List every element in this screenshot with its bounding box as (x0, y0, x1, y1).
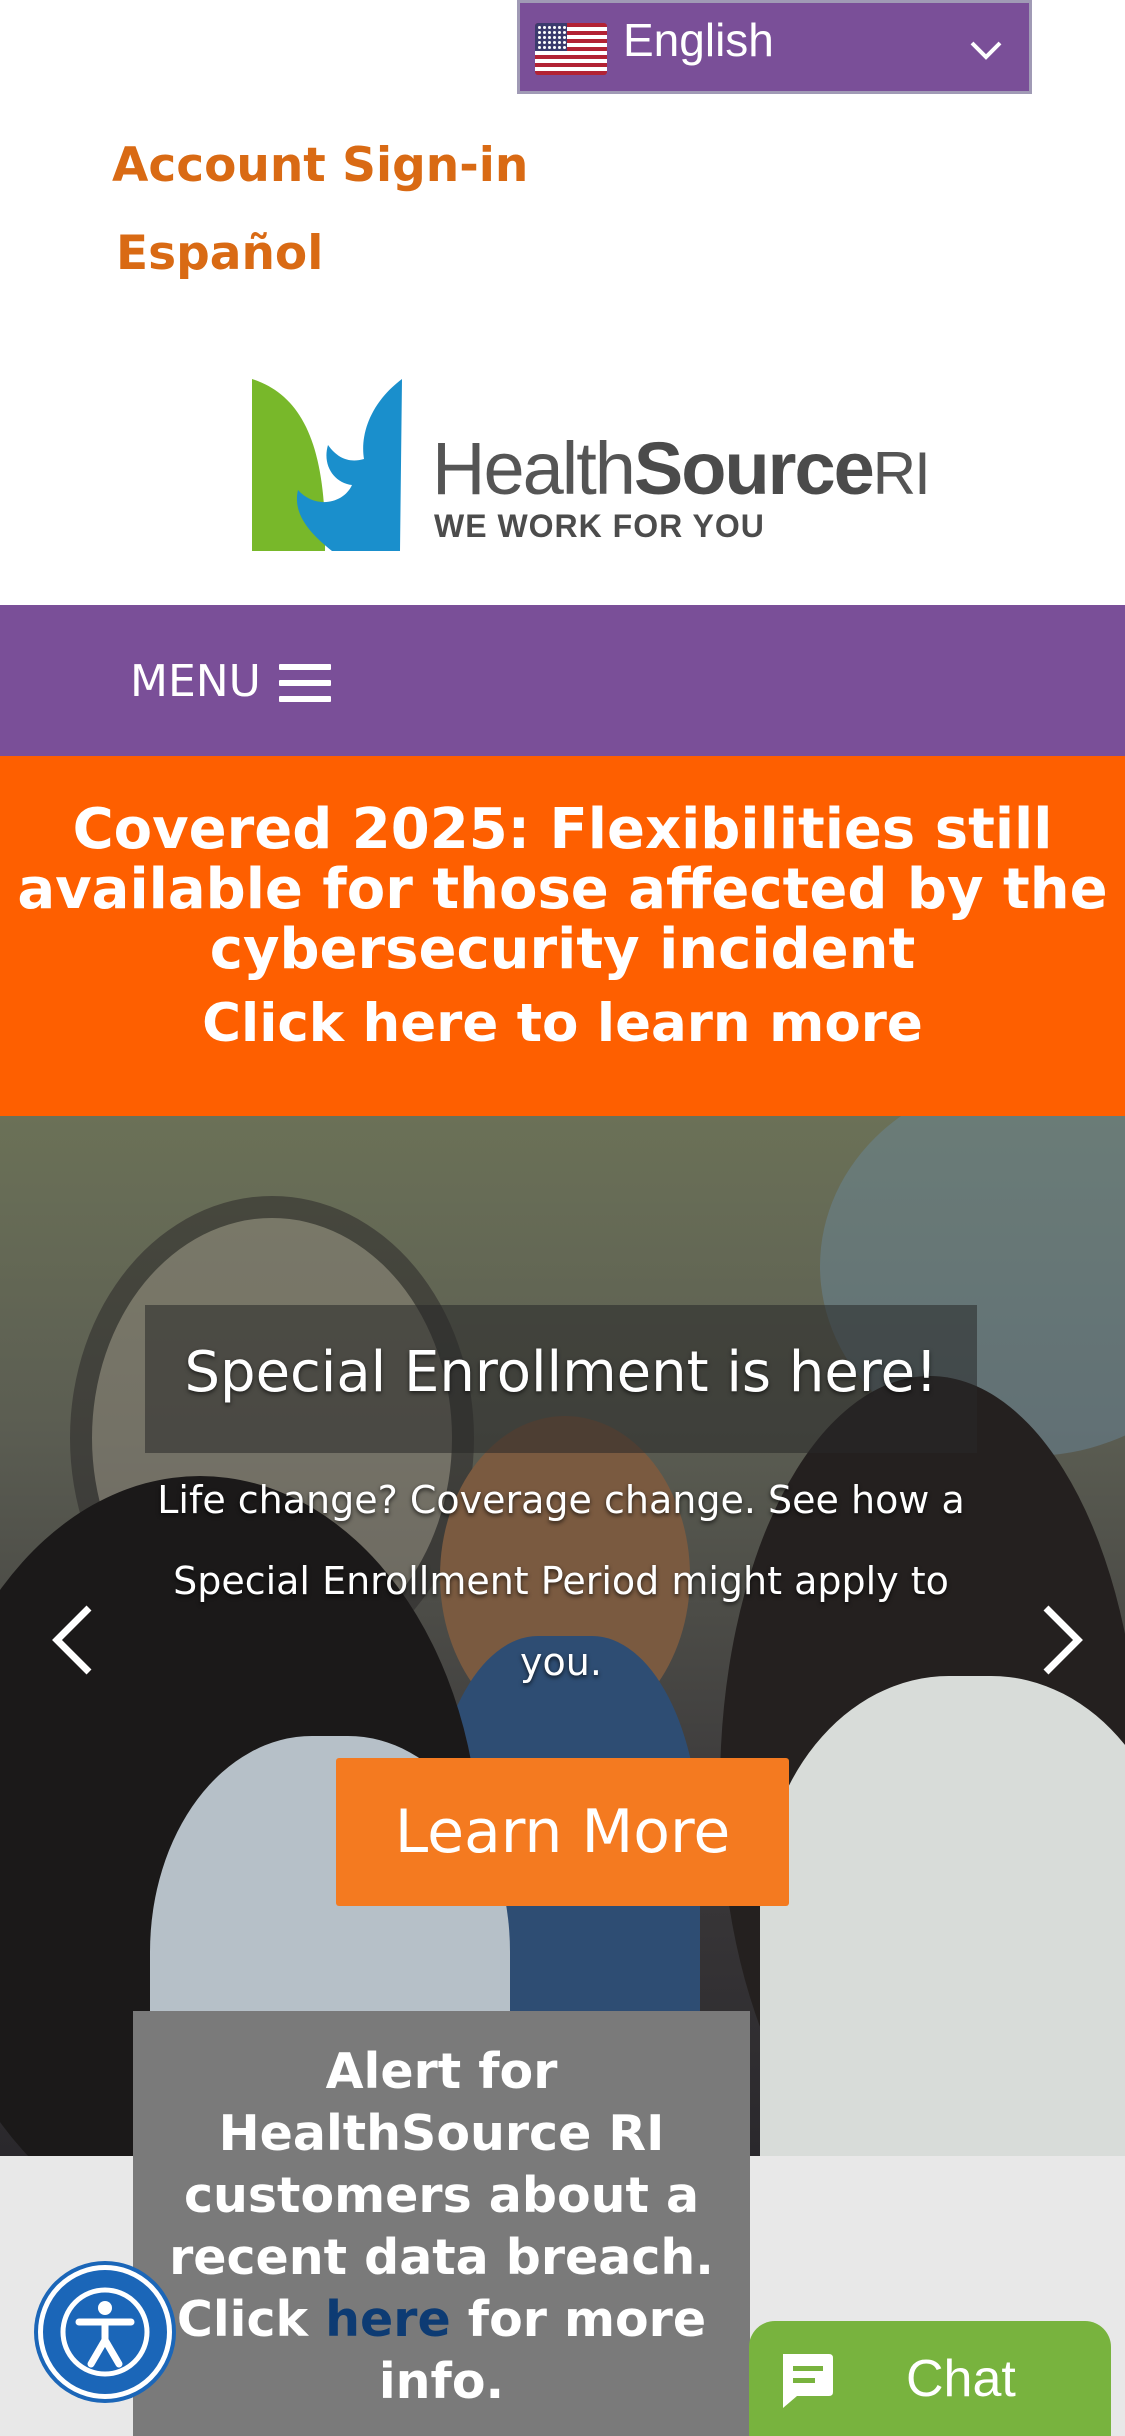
logo-tagline: WE WORK FOR YOU (434, 508, 765, 544)
chevron-right-icon[interactable] (1030, 1600, 1090, 1680)
learn-more-button[interactable]: Learn More (336, 1758, 789, 1906)
espanol-link[interactable]: Español (116, 226, 323, 281)
alert-text: Alert for HealthSource RI customers abou… (169, 2043, 714, 2410)
hamburger-icon[interactable] (279, 664, 331, 702)
chevron-left-icon[interactable] (45, 1600, 105, 1680)
alert-here-link[interactable]: here (325, 2291, 451, 2348)
chevron-down-icon (970, 41, 1002, 60)
announcement-banner: Covered 2025: Flexibilities still availa… (0, 756, 1125, 1116)
accessibility-button[interactable] (38, 2265, 172, 2399)
hero-title: Special Enrollment is here! (184, 1340, 938, 1405)
chat-bubble-icon (783, 2354, 833, 2408)
banner-title: Covered 2025: Flexibilities still availa… (17, 797, 1108, 982)
logo-wordmark: HealthSourceRI (432, 427, 931, 510)
banner-learn-more-link[interactable]: Click here to learn more (0, 994, 1125, 1054)
hero-subtitle: Life change? Coverage change. See how a … (157, 1478, 965, 1684)
us-flag-icon (535, 23, 607, 75)
language-label: English (623, 14, 774, 66)
chat-label[interactable]: Chat (906, 2349, 1016, 2409)
menu-button-label[interactable]: MENU (130, 656, 261, 707)
account-signin-link[interactable]: Account Sign-in (112, 138, 528, 193)
language-selector[interactable]: English (517, 0, 1032, 94)
data-breach-alert: Alert for HealthSource RI customers abou… (133, 2011, 750, 2436)
accessibility-icon (60, 2287, 150, 2377)
